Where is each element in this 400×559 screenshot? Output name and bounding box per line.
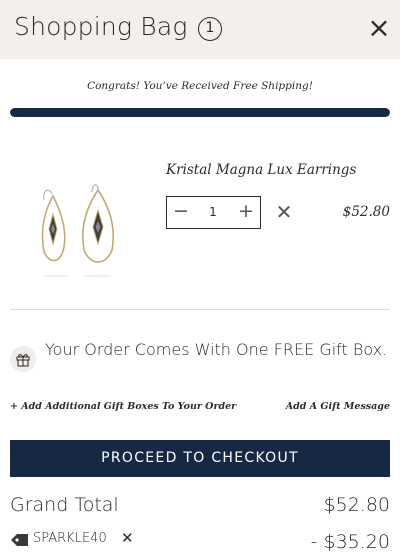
increase-quantity-button[interactable]: +: [235, 200, 257, 224]
coupon-code: SPARKLE40: [33, 531, 107, 546]
quantity-stepper: − +: [166, 196, 261, 229]
add-gift-boxes-link[interactable]: + Add Additional Gift Boxes To Your Orde…: [10, 401, 236, 412]
grand-total-value: $52.80: [323, 494, 390, 516]
tag-icon: [11, 534, 28, 546]
proceed-to-checkout-button[interactable]: PROCEED TO CHECKOUT: [10, 440, 390, 477]
close-icon[interactable]: ×: [366, 14, 392, 42]
earrings-image[interactable]: [22, 172, 134, 284]
free-gift-box-message: Your Order Comes With One FREE Gift Box.: [45, 340, 388, 359]
discount-value: - $35.20: [310, 531, 390, 553]
shipping-progress-fill: [10, 108, 390, 117]
free-shipping-message: Congrats! You’ve Received Free Shipping!: [87, 80, 313, 92]
item-price: $52.80: [342, 204, 390, 220]
item-count-badge: 1: [198, 17, 222, 41]
add-gift-message-link[interactable]: Add A Gift Message: [286, 401, 390, 412]
product-name[interactable]: Kristal Magna Lux Earrings: [166, 162, 356, 178]
section-divider: [10, 309, 390, 310]
remove-coupon-icon[interactable]: ✕: [121, 529, 134, 547]
cart-header: Shopping Bag 1 ×: [0, 0, 400, 59]
decrease-quantity-button[interactable]: −: [170, 200, 192, 224]
shipping-progress-bar: [10, 108, 390, 117]
quantity-input[interactable]: [193, 202, 233, 222]
cart-title: Shopping Bag: [14, 12, 188, 41]
remove-item-icon[interactable]: ✕: [273, 199, 295, 225]
grand-total-label: Grand Total: [10, 494, 119, 516]
gift-icon: [10, 346, 36, 372]
